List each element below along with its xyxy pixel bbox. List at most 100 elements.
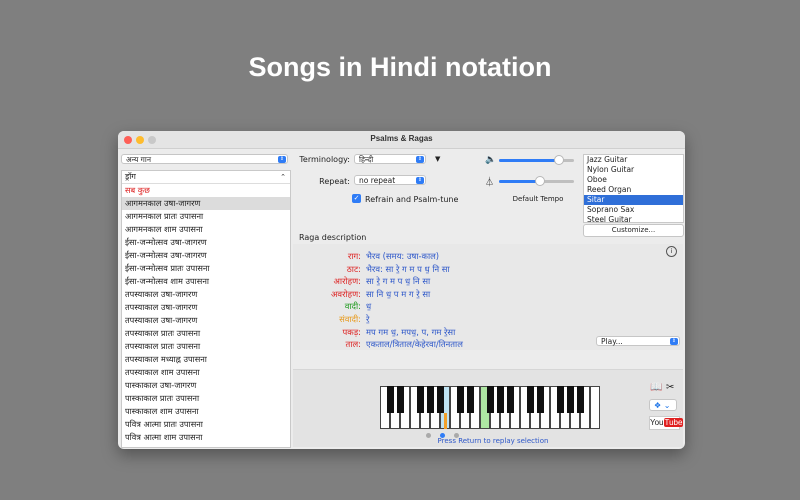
selection-marker bbox=[443, 413, 447, 429]
list-item[interactable]: तपस्याकाल प्रातः उपासना bbox=[122, 327, 290, 340]
list-item[interactable]: ईसा-जन्मोत्सव प्रातः उपासना bbox=[122, 262, 290, 275]
black-key[interactable] bbox=[436, 386, 444, 413]
raga-row: संवादी: रे॒ bbox=[293, 313, 683, 325]
raga-value: भैरव (समय: उषा-काल) bbox=[366, 251, 440, 261]
black-key[interactable] bbox=[396, 386, 404, 413]
black-key[interactable] bbox=[486, 386, 494, 413]
black-key[interactable] bbox=[536, 386, 544, 413]
metronome-icon: ⏃ bbox=[485, 178, 495, 188]
list-item[interactable]: ईसा-जन्मोत्सव उषा-जागरण bbox=[122, 236, 290, 249]
black-key[interactable] bbox=[386, 386, 394, 413]
raga-key: पकड़: bbox=[342, 326, 362, 337]
volume-slider[interactable] bbox=[499, 155, 574, 165]
customize-button[interactable]: Customize... bbox=[583, 224, 684, 237]
replay-hint: Press Return to replay selection bbox=[437, 437, 549, 445]
tempo-fill bbox=[499, 180, 541, 183]
black-key[interactable] bbox=[416, 386, 424, 413]
list-item[interactable]: ईसा-जन्मोत्सव उषा-जागरण bbox=[122, 249, 290, 262]
raga-row: अवरोहण: सा नि ध॒ प म ग रे॒ सा bbox=[293, 288, 683, 300]
instrument-list[interactable]: Jazz Guitar Nylon Guitar Oboe Reed Organ Sit… bbox=[583, 154, 684, 223]
list-item[interactable]: आगमनकाल उषा-जागरण bbox=[122, 197, 290, 210]
list-item[interactable]: आगमनकाल प्रातः उपासना bbox=[122, 210, 290, 223]
black-key[interactable] bbox=[576, 386, 584, 413]
raga-section-label: Raga description bbox=[299, 233, 367, 242]
dropbox-icon[interactable]: ❖ ⌄ bbox=[649, 399, 677, 411]
white-key[interactable] bbox=[590, 386, 600, 429]
instrument-item[interactable]: Jazz Guitar bbox=[584, 155, 683, 165]
raga-value: सा नि ध॒ प म ग रे॒ सा bbox=[366, 288, 431, 299]
chevron-up-icon: ⌃ bbox=[280, 173, 286, 181]
repeat-select[interactable]: no repeat ⇕ bbox=[354, 175, 426, 185]
updown-icon: ⇕ bbox=[278, 156, 286, 163]
window-title: Psalms & Ragas bbox=[370, 134, 433, 143]
list-item[interactable]: पास्काकाल प्रातः उपासना bbox=[122, 392, 290, 405]
list-item[interactable]: पास्काकाल उषा-जागरण bbox=[122, 379, 290, 392]
black-key[interactable] bbox=[526, 386, 534, 413]
black-key[interactable] bbox=[456, 386, 464, 413]
tempo-knob[interactable] bbox=[535, 176, 546, 186]
raga-row: ताल: एकताल/त्रिताल/केहेरवा/तिनताल bbox=[293, 338, 683, 350]
black-key[interactable] bbox=[506, 386, 514, 413]
keyboard-panel: Press Return to replay selection 📖 ✂ ❖ ⌄… bbox=[293, 369, 684, 447]
refrain-checkbox[interactable]: ✓ bbox=[352, 194, 361, 203]
raga-value: भैरव: सा रे॒ ग म प ध॒ नि सा bbox=[366, 263, 450, 274]
list-item[interactable]: ईसा-जन्मोत्सव शाम उपासना bbox=[122, 275, 290, 288]
tools-icon[interactable]: ✂ bbox=[666, 382, 674, 393]
updown-icon: ⇕ bbox=[416, 156, 424, 163]
category-value: अन्य गान bbox=[126, 155, 152, 164]
list-item[interactable]: पवित्र आत्मा शाम उपासना bbox=[122, 431, 290, 444]
triangle-down-icon[interactable]: ▼ bbox=[435, 155, 440, 163]
instrument-item[interactable]: Soprano Sax bbox=[584, 205, 683, 215]
repeat-value: no repeat bbox=[359, 176, 396, 185]
raga-key: वादी: bbox=[344, 301, 361, 312]
raga-row: राग: भैरव (समय: उषा-काल) bbox=[293, 250, 683, 262]
raga-key: अवरोहण: bbox=[331, 288, 361, 299]
default-tempo-label: Default Tempo bbox=[512, 195, 564, 203]
list-item[interactable]: तपस्याकाल उषा-जागरण bbox=[122, 288, 290, 301]
instrument-item[interactable]: Oboe bbox=[584, 175, 683, 185]
terminology-value: हिन्दी bbox=[359, 155, 374, 164]
raga-description: i Play... ⇕ राग: भैरव (समय: उषा-काल) ठाट: भ… bbox=[293, 244, 683, 350]
raga-row: ठाट: भैरव: सा रे॒ ग म प ध॒ नि सा bbox=[293, 263, 683, 275]
list-item[interactable]: आगमनकाल शाम उपासना bbox=[122, 223, 290, 236]
refrain-label: Refrain and Psalm-tune bbox=[365, 195, 459, 204]
instrument-item[interactable]: Reed Organ bbox=[584, 185, 683, 195]
instrument-item[interactable]: Nylon Guitar bbox=[584, 165, 683, 175]
black-key[interactable] bbox=[496, 386, 504, 413]
instrument-item[interactable]: Sitar bbox=[584, 195, 683, 205]
raga-key: राग: bbox=[347, 251, 361, 261]
list-header[interactable]: ड्रॉग ⌃ bbox=[122, 171, 290, 184]
black-key[interactable] bbox=[556, 386, 564, 413]
volume-fill bbox=[499, 159, 559, 162]
terminology-select[interactable]: हिन्दी ⇕ bbox=[354, 154, 426, 164]
category-select[interactable]: अन्य गान ⇕ bbox=[121, 154, 288, 164]
black-key[interactable] bbox=[566, 386, 574, 413]
piano-keyboard[interactable] bbox=[380, 386, 600, 430]
black-key[interactable] bbox=[426, 386, 434, 413]
list-item[interactable]: पवित्र आत्मा प्रातः उपासना bbox=[122, 418, 290, 431]
black-key[interactable] bbox=[466, 386, 474, 413]
list-item[interactable]: तपस्याकाल उषा-जागरण bbox=[122, 314, 290, 327]
title-bar: Psalms & Ragas bbox=[118, 131, 685, 149]
book-icon[interactable]: 📖 bbox=[650, 382, 662, 393]
raga-value: रे॒ bbox=[366, 314, 370, 324]
repeat-label: Repeat: bbox=[319, 177, 350, 186]
song-list[interactable]: ड्रॉग ⌃ सब कुछ आगमनकाल उषा-जागरण आगमनकाल प… bbox=[121, 170, 291, 448]
terminology-label: Terminology: bbox=[299, 155, 350, 164]
raga-row: वादी: ध॒ bbox=[293, 300, 683, 312]
raga-value: एकताल/त्रिताल/केहेरवा/तिनताल bbox=[366, 339, 463, 350]
instrument-item[interactable]: Steel Guitar bbox=[584, 215, 683, 222]
volume-knob[interactable] bbox=[554, 155, 564, 165]
raga-value: सा रे॒ ग म प ध॒ नि सा bbox=[366, 276, 431, 287]
list-header-label: ड्रॉग bbox=[125, 172, 136, 181]
tempo-slider[interactable] bbox=[499, 176, 574, 186]
list-item[interactable]: तपस्याकाल शाम उपासना bbox=[122, 366, 290, 379]
app-window: Psalms & Ragas अन्य गान ⇕ ड्रॉग ⌃ सब कुछ… bbox=[118, 131, 685, 449]
list-item[interactable]: सब कुछ bbox=[122, 184, 290, 197]
raga-row: आरोहण: सा रे॒ ग म प ध॒ नि सा bbox=[293, 275, 683, 287]
youtube-icon[interactable]: YouTube bbox=[649, 416, 684, 430]
list-item[interactable]: तपस्याकाल मध्याह्न उपासना bbox=[122, 353, 290, 366]
list-item[interactable]: तपस्याकाल उषा-जागरण bbox=[122, 301, 290, 314]
list-item[interactable]: पास्काकाल शाम उपासना bbox=[122, 405, 290, 418]
list-item[interactable]: तपस्याकाल प्रातः उपासना bbox=[122, 340, 290, 353]
